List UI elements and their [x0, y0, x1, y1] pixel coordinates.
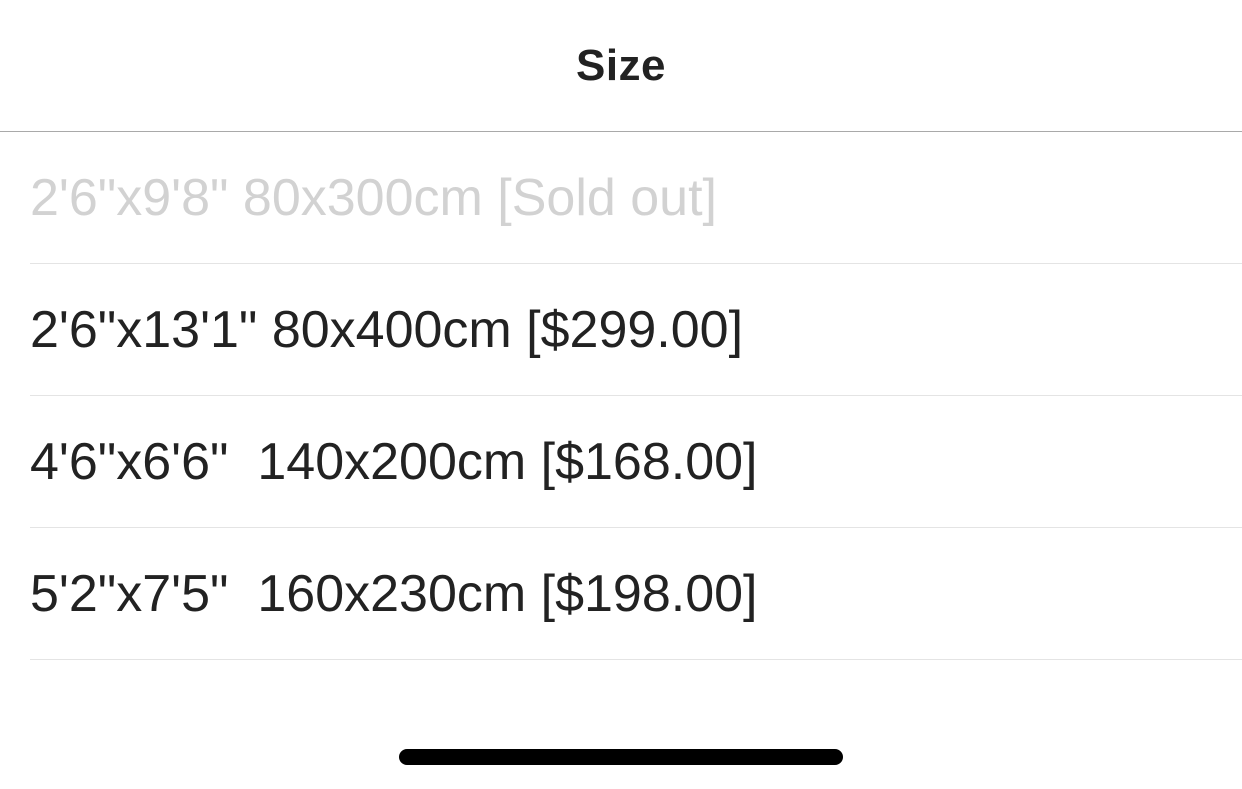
- size-option-list: 2'6"x9'8" 80x300cm [Sold out] 2'6"x13'1"…: [30, 132, 1242, 660]
- size-option-label: 4'6"x6'6" 140x200cm [$168.00]: [30, 432, 758, 491]
- size-option-label: 2'6"x13'1" 80x400cm [$299.00]: [30, 300, 744, 359]
- size-option[interactable]: 4'6"x6'6" 140x200cm [$168.00]: [30, 396, 1242, 528]
- size-option-label: 2'6"x9'8" 80x300cm [Sold out]: [30, 168, 717, 227]
- home-indicator[interactable]: [399, 749, 843, 765]
- size-option[interactable]: 2'6"x13'1" 80x400cm [$299.00]: [30, 264, 1242, 396]
- size-option[interactable]: 5'2"x7'5" 160x230cm [$198.00]: [30, 528, 1242, 660]
- size-option-label: 5'2"x7'5" 160x230cm [$198.00]: [30, 564, 758, 623]
- sheet-header: Size: [0, 0, 1242, 132]
- size-option-sold-out: 2'6"x9'8" 80x300cm [Sold out]: [30, 132, 1242, 264]
- sheet-title: Size: [575, 40, 667, 90]
